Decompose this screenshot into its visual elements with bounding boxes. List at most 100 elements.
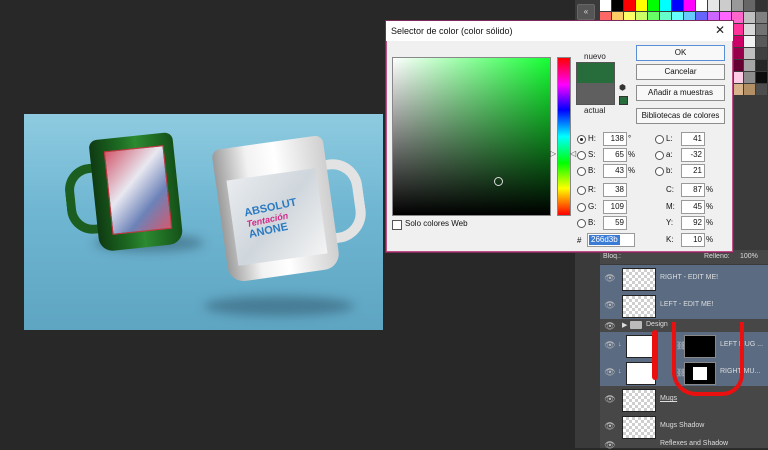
layer-row[interactable]: 👁 LEFT - EDIT ME!: [600, 292, 768, 320]
field-unit: %: [706, 202, 714, 211]
eye-icon[interactable]: 👁: [604, 340, 616, 350]
color-swatch[interactable]: [600, 0, 611, 11]
hex-input[interactable]: 266d3b: [587, 233, 635, 247]
hex-value[interactable]: 266d3b: [589, 235, 620, 245]
lab-a-input[interactable]: -32: [681, 148, 705, 162]
field-label: L:: [666, 134, 673, 143]
eye-icon[interactable]: 👁: [604, 421, 616, 431]
color-swatch[interactable]: [756, 0, 767, 11]
eye-icon[interactable]: 👁: [604, 273, 616, 283]
color-swatch[interactable]: [720, 0, 731, 11]
document-image[interactable]: ABSOLUT Tentación ANONE: [24, 114, 383, 330]
color-swatch[interactable]: [624, 0, 635, 11]
layer-thumbnail: [622, 268, 656, 291]
lab-b-input[interactable]: 21: [681, 164, 705, 178]
brightness-radio[interactable]: [577, 167, 586, 176]
saturation-radio[interactable]: [577, 151, 586, 160]
color-libraries-button[interactable]: Bibliotecas de colores: [636, 108, 725, 124]
slider-arrow-right-icon[interactable]: ◁: [570, 149, 576, 158]
color-swatch[interactable]: [744, 36, 755, 47]
field-unit: %: [628, 166, 636, 175]
lab-l-input[interactable]: 41: [681, 132, 705, 146]
field-label: K:: [666, 235, 674, 244]
color-swatch[interactable]: [672, 0, 683, 11]
layer-name: Design: [646, 321, 668, 328]
hue-slider[interactable]: [557, 57, 571, 216]
color-swatch[interactable]: [636, 0, 647, 11]
lab-b-radio[interactable]: [655, 167, 664, 176]
saturation-brightness-field[interactable]: [392, 57, 551, 216]
color-swatch[interactable]: [684, 0, 695, 11]
dialog-titlebar[interactable]: Selector de color (color sólido) ✕: [386, 21, 733, 41]
color-swatch[interactable]: [744, 72, 755, 83]
layer-row[interactable]: 👁 RIGHT - EDIT ME!: [600, 265, 768, 293]
fill-value[interactable]: 100%: [740, 250, 758, 264]
field-label: S:: [588, 150, 596, 159]
blue-radio[interactable]: [577, 219, 586, 228]
color-swatch[interactable]: [744, 60, 755, 71]
eye-icon[interactable]: 👁: [604, 300, 616, 310]
web-safe-swatch-icon[interactable]: [619, 96, 628, 105]
black-input[interactable]: 10: [681, 233, 705, 247]
hue-radio[interactable]: [577, 135, 586, 144]
brightness-input[interactable]: 43: [603, 164, 627, 178]
saturation-input[interactable]: 65: [603, 148, 627, 162]
panel-collapse-icon[interactable]: «: [577, 4, 595, 20]
layer-thumbnail: [622, 389, 656, 412]
ok-button[interactable]: OK: [636, 45, 725, 61]
slider-arrow-left-icon[interactable]: ▷: [550, 149, 556, 158]
hue-input[interactable]: 138: [603, 132, 627, 146]
field-unit: %: [706, 185, 714, 194]
web-colors-checkbox[interactable]: [392, 220, 402, 230]
color-swatch[interactable]: [744, 24, 755, 35]
color-swatch[interactable]: [756, 60, 767, 71]
color-swatch[interactable]: [756, 84, 767, 95]
cyan-input[interactable]: 87: [681, 183, 705, 197]
color-swatch[interactable]: [756, 48, 767, 59]
color-swatch[interactable]: [756, 72, 767, 83]
color-swatch[interactable]: [660, 0, 671, 11]
blue-input[interactable]: 59: [603, 216, 627, 230]
eye-icon[interactable]: 👁: [604, 367, 616, 377]
red-input[interactable]: 38: [603, 183, 627, 197]
magenta-input[interactable]: 45: [681, 200, 705, 214]
color-field-marker[interactable]: [494, 177, 503, 186]
color-swatch[interactable]: [708, 0, 719, 11]
current-color-swatch[interactable]: [576, 83, 615, 105]
lab-l-radio[interactable]: [655, 135, 664, 144]
color-swatch[interactable]: [732, 0, 743, 11]
eye-icon[interactable]: 👁: [604, 440, 616, 450]
layer-name: Mugs Shadow: [660, 422, 705, 429]
red-radio[interactable]: [577, 186, 586, 195]
color-swatch[interactable]: [744, 12, 755, 23]
close-icon[interactable]: ✕: [713, 23, 727, 37]
color-swatch[interactable]: [744, 84, 755, 95]
add-to-swatches-button[interactable]: Añadir a muestras: [636, 85, 725, 101]
green-radio[interactable]: [577, 203, 586, 212]
expand-arrow-icon[interactable]: ▶: [622, 321, 627, 329]
layer-name: LEFT - EDIT ME!: [660, 301, 714, 308]
color-swatch[interactable]: [648, 0, 659, 11]
field-unit: %: [628, 150, 636, 159]
cube-icon[interactable]: ⬢: [619, 83, 626, 92]
field-unit: °: [628, 134, 632, 143]
web-colors-label: Solo colores Web: [405, 219, 468, 228]
eye-icon[interactable]: 👁: [604, 394, 616, 404]
color-swatch[interactable]: [756, 24, 767, 35]
color-swatch[interactable]: [696, 0, 707, 11]
color-swatch[interactable]: [744, 0, 755, 11]
color-swatch[interactable]: [744, 48, 755, 59]
green-input[interactable]: 109: [603, 200, 627, 214]
mug-logo-text: ABSOLUT Tentación ANONE: [243, 196, 302, 240]
layer-name: Mugs: [660, 395, 678, 402]
yellow-input[interactable]: 92: [681, 216, 705, 230]
color-swatch[interactable]: [756, 12, 767, 23]
eye-icon[interactable]: 👁: [604, 321, 616, 331]
red-annotation-mark: [652, 330, 658, 380]
cancel-button[interactable]: Cancelar: [636, 64, 725, 80]
layer-row[interactable]: 👁 Mugs Shadow: [600, 413, 768, 441]
lab-a-radio[interactable]: [655, 151, 664, 160]
red-annotation-circle: [672, 322, 744, 396]
color-swatch[interactable]: [612, 0, 623, 11]
color-swatch[interactable]: [756, 36, 767, 47]
